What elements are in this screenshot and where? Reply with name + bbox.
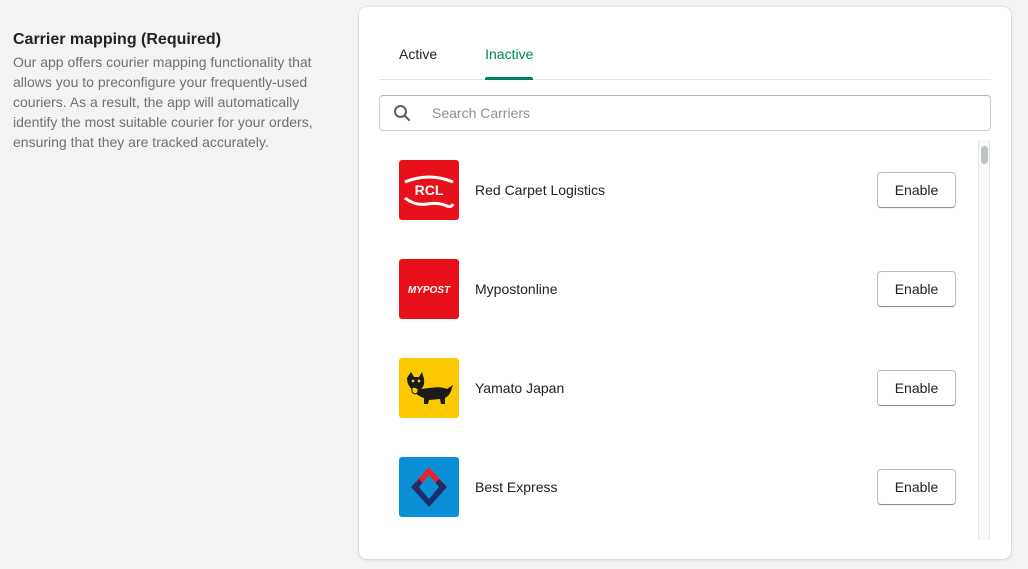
rcl-logo-icon: RCL	[404, 175, 455, 208]
search-input[interactable]	[432, 105, 972, 121]
section-title: Carrier mapping (Required)	[13, 31, 222, 48]
yamato-japan-logo	[399, 357, 459, 418]
black-cat-icon	[407, 371, 453, 404]
enable-button[interactable]: Enable	[877, 369, 956, 406]
tab-inactive[interactable]: Inactive	[485, 37, 534, 80]
list-item: MYPOST Mypostonline Enable	[379, 239, 979, 338]
carrier-name: Red Carpet Logistics	[475, 181, 605, 198]
red-carpet-logistics-logo: RCL	[399, 159, 459, 220]
list-item: Yamato Japan Enable	[379, 338, 979, 437]
best-express-logo	[399, 456, 459, 517]
tab-active[interactable]: Active	[399, 37, 437, 79]
carrier-name: Yamato Japan	[475, 379, 565, 396]
search-box[interactable]	[379, 95, 991, 131]
list-scrollbar[interactable]	[978, 140, 990, 540]
carrier-name: Mypostonline	[475, 280, 558, 297]
enable-button[interactable]: Enable	[877, 270, 956, 307]
mypost-logo-icon: MYPOST	[408, 285, 451, 296]
carrier-list: RCL Red Carpet Logistics Enable MYPOST M…	[379, 140, 991, 540]
enable-button[interactable]: Enable	[877, 468, 956, 505]
tab-bar: Active Inactive	[379, 37, 991, 80]
carrier-name: Best Express	[475, 478, 558, 495]
enable-button[interactable]: Enable	[877, 171, 956, 208]
carrier-card: Active Inactive RCL Red Carpet Logistics…	[359, 7, 1011, 559]
scrollbar-thumb[interactable]	[981, 146, 988, 164]
best-express-icon	[411, 466, 447, 507]
mypostonline-logo: MYPOST	[399, 258, 459, 319]
search-icon	[394, 105, 410, 121]
section-description: Our app offers courier mapping functiona…	[13, 54, 313, 150]
section-info: Carrier mapping (Required) Our app offer…	[13, 30, 323, 152]
svg-text:RCL: RCL	[415, 182, 444, 198]
svg-text:MYPOST: MYPOST	[408, 285, 451, 296]
list-item: Best Express Enable	[379, 437, 979, 536]
list-item: RCL Red Carpet Logistics Enable	[379, 140, 979, 239]
